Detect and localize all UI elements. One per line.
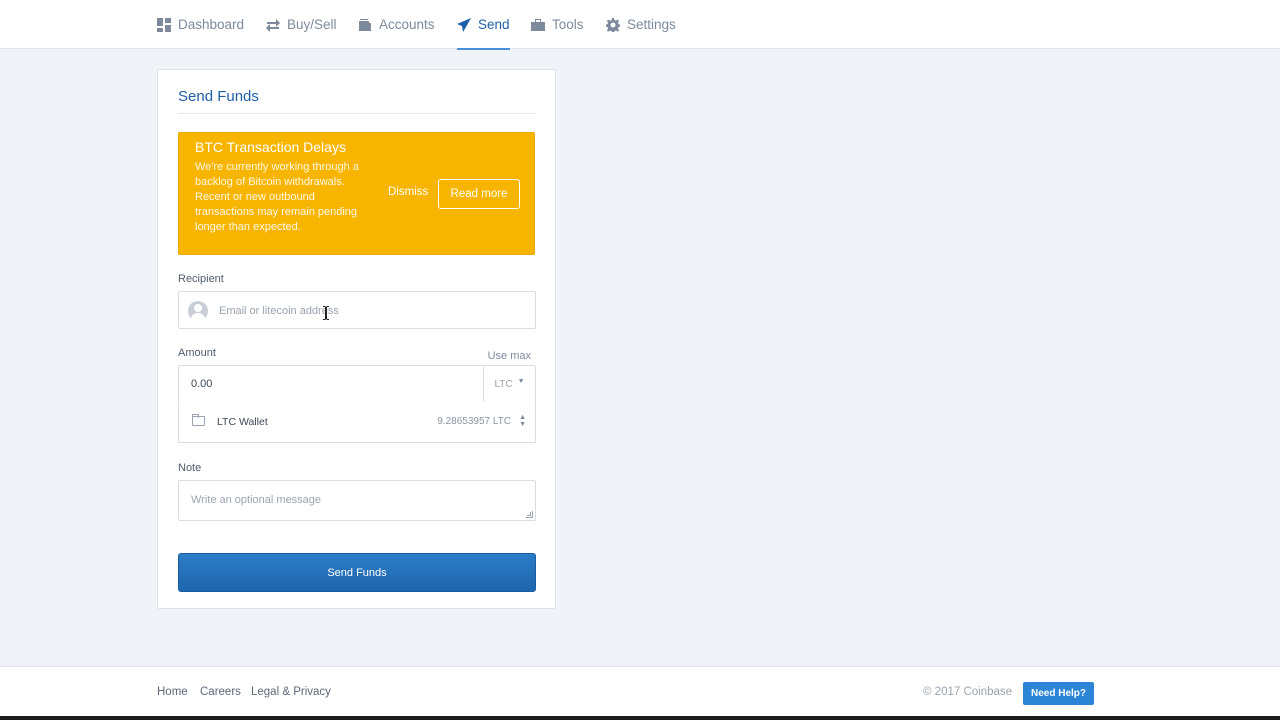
recipient-placeholder: Email or litecoin address [219, 305, 339, 317]
currency-select[interactable]: LTC ▼ [483, 366, 535, 403]
wallet-name: LTC Wallet [217, 416, 268, 428]
note-label: Note [178, 462, 202, 474]
nav-label: Buy/Sell [287, 17, 337, 32]
nav-buy-sell[interactable]: Buy/Sell [266, 0, 337, 49]
exchange-arrows-icon [266, 18, 280, 32]
note-placeholder: Write an optional message [191, 494, 322, 506]
send-funds-card: Send Funds BTC Transaction Delays We're … [157, 69, 556, 609]
footer-link-legal[interactable]: Legal & Privacy [251, 686, 331, 698]
resize-grip-icon[interactable] [526, 511, 533, 518]
up-down-caret-icon: ▲ ▼ [519, 414, 526, 428]
top-navigation: Dashboard Buy/Sell Accounts Send Tools S… [0, 0, 1280, 50]
recipient-label: Recipient [178, 273, 224, 285]
gear-icon [606, 17, 620, 32]
nav-label: Dashboard [178, 17, 245, 32]
dismiss-button[interactable]: Dismiss [388, 186, 428, 198]
recipient-input[interactable]: Email or litecoin address [178, 291, 536, 329]
alert-body: We're currently working through a backlo… [195, 161, 359, 233]
dashboard-icon [157, 17, 171, 32]
use-max-link[interactable]: Use max [488, 350, 531, 362]
nav-label: Settings [627, 17, 676, 32]
wallet-balance: 9.28653957 LTC [437, 416, 511, 427]
card-title: Send Funds [178, 88, 259, 105]
nav-dashboard[interactable]: Dashboard [157, 0, 244, 49]
nav-accounts[interactable]: Accounts [358, 0, 435, 49]
currency-label: LTC [494, 379, 513, 390]
avatar-icon [188, 301, 208, 321]
amount-label: Amount [178, 347, 216, 359]
folder-wallet-icon [192, 414, 205, 426]
footer-link-home[interactable]: Home [157, 686, 188, 698]
nav-label: Tools [552, 17, 584, 32]
window-bottom-edge [0, 716, 1280, 720]
wallet-select[interactable]: LTC Wallet 9.28653957 LTC ▲ ▼ [178, 402, 536, 443]
text-cursor-icon [323, 306, 329, 320]
send-funds-button[interactable]: Send Funds [178, 553, 536, 592]
nav-label: Send [478, 17, 510, 32]
footer-link-careers[interactable]: Careers [200, 686, 241, 698]
paper-plane-icon [457, 17, 471, 32]
toolbox-icon [531, 18, 545, 31]
note-textarea[interactable]: Write an optional message [178, 480, 536, 521]
divider [178, 113, 536, 114]
caret-down-icon: ▼ [517, 378, 525, 385]
nav-send[interactable]: Send [457, 0, 510, 50]
need-help-button[interactable]: Need Help? [1023, 682, 1094, 705]
amount-input[interactable]: 0.00 LTC ▼ [178, 365, 536, 403]
read-more-button[interactable]: Read more [438, 179, 520, 209]
copyright: © 2017 Coinbase [923, 686, 1013, 698]
btc-delay-alert: BTC Transaction Delays We're currently w… [178, 132, 535, 255]
nav-tools[interactable]: Tools [531, 0, 584, 49]
wallet-icon [359, 18, 371, 31]
nav-settings[interactable]: Settings [606, 0, 676, 49]
alert-title: BTC Transaction Delays [195, 139, 346, 155]
amount-value: 0.00 [191, 378, 213, 390]
footer: Home Careers Legal & Privacy © 2017 Coin… [0, 666, 1280, 720]
nav-label: Accounts [379, 17, 435, 32]
